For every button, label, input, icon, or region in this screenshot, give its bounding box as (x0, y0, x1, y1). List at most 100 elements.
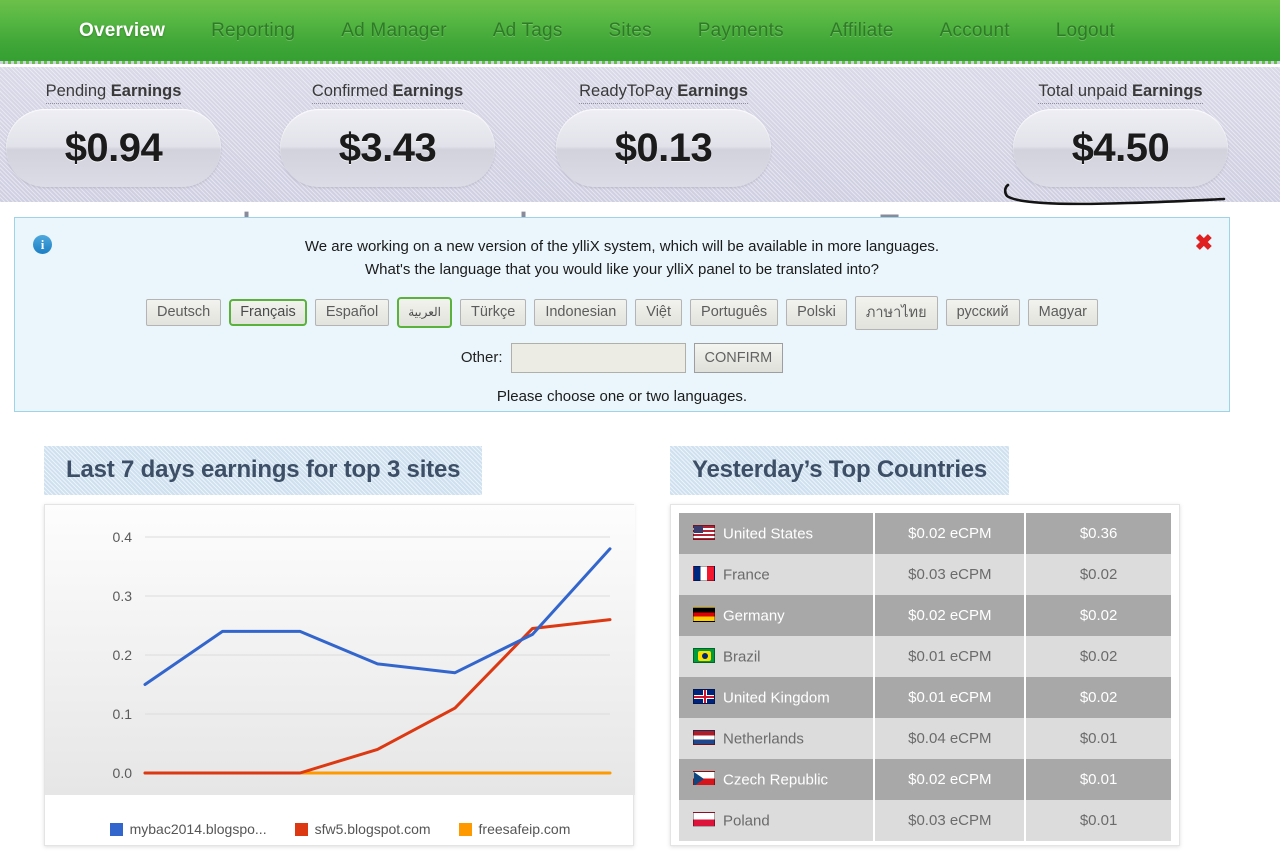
country-ecpm-cell: $0.01 eCPM (873, 636, 1026, 677)
flag-icon-pl (693, 811, 715, 827)
chart-legend-item[interactable]: mybac2014.blogspo... (109, 821, 267, 837)
close-icon[interactable]: ✖ (1195, 232, 1213, 254)
table-row[interactable]: France $0.03 eCPM $0.02 (679, 554, 1171, 595)
nav-item-ad-manager[interactable]: Ad Manager (318, 20, 470, 42)
readytopay-label-bold: Earnings (677, 82, 748, 100)
country-earnings-cell: $0.01 (1024, 759, 1171, 800)
language-button-10[interactable]: русский (945, 299, 1020, 326)
info-icon[interactable]: i (33, 235, 52, 254)
legend-swatch-icon (109, 822, 123, 836)
confirm-button[interactable]: CONFIRM (693, 342, 784, 373)
confirmed-label-bold: Earnings (392, 82, 464, 100)
country-name-cell: Brazil (679, 636, 874, 677)
total-unpaid-earnings-pill[interactable]: $4.50 (1013, 109, 1228, 187)
other-label: Other: (460, 349, 503, 366)
nav-item-overview[interactable]: Overview (56, 20, 188, 42)
language-button-8[interactable]: Polski (786, 299, 847, 326)
total-label-bold: Earnings (1131, 82, 1203, 100)
confirmed-earnings-label: Confirmed Earnings (311, 82, 464, 104)
pending-earnings-pill[interactable]: $0.94 (6, 109, 221, 187)
table-row[interactable]: United States $0.02 eCPM $0.36 (679, 513, 1171, 554)
country-ecpm-cell: $0.02 eCPM (873, 759, 1026, 800)
country-ecpm-cell: $0.02 eCPM (873, 595, 1026, 636)
table-row[interactable]: Netherlands $0.04 eCPM $0.01 (679, 718, 1171, 759)
country-name-label: Netherlands (723, 730, 804, 748)
language-button-5[interactable]: Indonesian (534, 299, 628, 326)
legend-label: mybac2014.blogspo... (129, 821, 267, 837)
country-earnings-cell: $0.36 (1024, 513, 1171, 554)
readytopay-label-light: ReadyToPay (579, 82, 678, 100)
choose-languages-note: Please choose one or two languages. (496, 387, 748, 405)
chart-panel-title: Last 7 days earnings for top 3 sites (44, 446, 482, 495)
nav-item-list: Overview Reporting Ad Manager Ad Tags Sites P… (0, 0, 1280, 62)
country-earnings-cell: $0.01 (1024, 800, 1171, 841)
language-button-9[interactable]: ภาษาไทย (854, 295, 938, 330)
pending-earnings-block: Pending Earnings $0.94 (6, 82, 221, 187)
country-earnings-cell: $0.02 (1024, 636, 1171, 677)
country-name-label: United States (723, 525, 814, 543)
language-button-1[interactable]: Français (229, 299, 307, 326)
flag-icon-nl (693, 729, 715, 745)
pending-earnings-label: Pending Earnings (45, 82, 182, 104)
table-row[interactable]: Brazil $0.01 eCPM $0.02 (679, 636, 1171, 677)
chart-ytick-label: 0.0 (113, 765, 133, 781)
notice-message: We are working on a new version of the y… (15, 218, 1229, 282)
notice-line-2: What's the language that you would like … (364, 261, 879, 279)
country-name-label: United Kingdom (723, 689, 830, 707)
country-ecpm-cell: $0.04 eCPM (873, 718, 1026, 759)
confirmed-label-light: Confirmed (311, 82, 393, 100)
nav-item-account[interactable]: Account (917, 20, 1033, 42)
nav-item-sites[interactable]: Sites (586, 20, 675, 42)
confirmed-earnings-value: $3.43 (338, 125, 437, 170)
nav-item-logout[interactable]: Logout (1033, 20, 1138, 42)
chart-legend-item[interactable]: sfw5.blogspot.com (294, 821, 431, 837)
country-name-cell: Czech Republic (679, 759, 874, 800)
total-label-light: Total unpaid (1038, 82, 1132, 100)
earnings-summary-strip: Pending Earnings $0.94 + Confirmed Earni… (0, 67, 1280, 241)
language-button-11[interactable]: Magyar (1027, 299, 1098, 326)
nav-item-payments[interactable]: Payments (675, 20, 807, 42)
language-button-4[interactable]: Türkçe (460, 299, 527, 326)
flag-icon-us (693, 524, 715, 540)
chart-legend-item[interactable]: freesafeip.com (458, 821, 571, 837)
pending-earnings-value: $0.94 (64, 125, 163, 170)
readytopay-earnings-label: ReadyToPay Earnings (579, 82, 748, 104)
chart-ytick-label: 0.4 (113, 529, 133, 545)
chart-panel-heading-wrap: Last 7 days earnings for top 3 sites (44, 446, 482, 495)
language-button-0[interactable]: Deutsch (146, 299, 222, 326)
table-row[interactable]: United Kingdom $0.01 eCPM $0.02 (679, 677, 1171, 718)
legend-label: freesafeip.com (478, 821, 571, 837)
pending-label-light: Pending (45, 82, 111, 100)
country-earnings-cell: $0.02 (1024, 677, 1171, 718)
country-earnings-cell: $0.01 (1024, 718, 1171, 759)
flag-icon-de (693, 606, 715, 622)
country-name-label: Czech Republic (723, 771, 829, 789)
language-button-2[interactable]: Español (314, 299, 390, 326)
language-button-3[interactable]: العربية (397, 297, 453, 328)
readytopay-earnings-block: ReadyToPay Earnings $0.13 (556, 82, 771, 187)
table-row[interactable]: Poland $0.03 eCPM $0.01 (679, 800, 1171, 841)
nav-item-affiliate[interactable]: Affiliate (807, 20, 917, 42)
language-button-7[interactable]: Português (690, 299, 779, 326)
country-ecpm-cell: $0.03 eCPM (873, 554, 1026, 595)
confirmed-earnings-block: Confirmed Earnings $3.43 (280, 82, 495, 187)
readytopay-earnings-value: $0.13 (614, 125, 713, 170)
top-countries-card: United States $0.02 eCPM $0.36 France $0.03 … (670, 504, 1180, 846)
confirmed-earnings-pill[interactable]: $3.43 (280, 109, 495, 187)
nav-item-reporting[interactable]: Reporting (188, 20, 318, 42)
country-name-cell: United Kingdom (679, 677, 874, 718)
table-row[interactable]: Czech Republic $0.02 eCPM $0.01 (679, 759, 1171, 800)
legend-swatch-icon (294, 822, 308, 836)
table-row[interactable]: Germany $0.02 eCPM $0.02 (679, 595, 1171, 636)
country-ecpm-cell: $0.01 eCPM (873, 677, 1026, 718)
top-countries-table: United States $0.02 eCPM $0.36 France $0.03 … (679, 513, 1171, 841)
language-button-6[interactable]: Việt (635, 299, 683, 326)
country-name-label: France (723, 566, 770, 584)
country-name-cell: Germany (679, 595, 874, 636)
country-ecpm-cell: $0.03 eCPM (873, 800, 1026, 841)
nav-item-ad-tags[interactable]: Ad Tags (470, 20, 586, 42)
flag-icon-br (693, 647, 715, 663)
readytopay-earnings-pill[interactable]: $0.13 (556, 109, 771, 187)
earnings-line-chart-card: 0.0 0.1 0.2 0.3 0.4 mybac2014.blogspo... sfw5… (44, 504, 635, 846)
other-language-input[interactable] (510, 342, 686, 373)
